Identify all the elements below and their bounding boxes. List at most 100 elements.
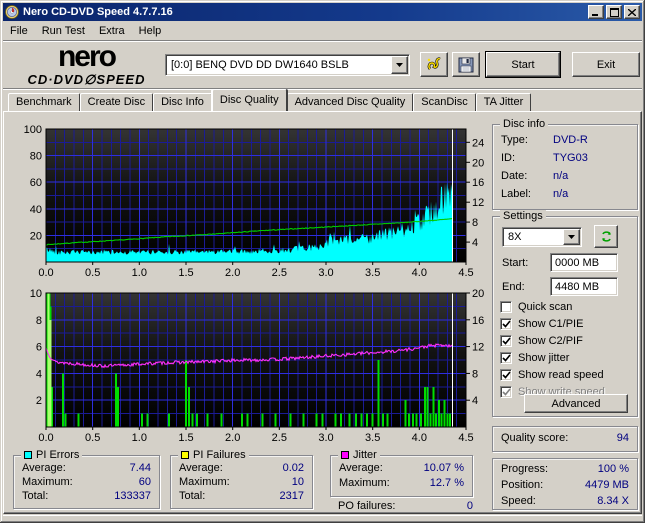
menu-file[interactable]: File bbox=[3, 23, 35, 39]
tools-button[interactable] bbox=[420, 52, 448, 77]
speed-row: Speed: 8.34 X bbox=[501, 495, 629, 507]
close-button[interactable] bbox=[624, 5, 640, 19]
end-position-field[interactable] bbox=[550, 277, 618, 296]
nero-logo: nero CD·DVD∅SPEED bbox=[14, 42, 159, 87]
start-position-field[interactable] bbox=[550, 253, 618, 272]
window-title: Nero CD-DVD Speed 4.7.7.16 bbox=[23, 6, 173, 18]
svg-text:4: 4 bbox=[36, 368, 42, 380]
pi-failures-chart-svg: 10 8 6 4 2 20 16 12 8 4 0.0 0.5 1.0 1.5 2.0 2.5 3.0 3.5 4.… bbox=[30, 288, 485, 444]
svg-text:1.0: 1.0 bbox=[132, 432, 147, 443]
stat-row: Total: 133337 bbox=[22, 490, 151, 502]
checkbox-box bbox=[500, 352, 512, 364]
svg-text:2: 2 bbox=[36, 395, 42, 407]
speed-select-value: 8X bbox=[508, 231, 522, 243]
stat-row: Maximum: 60 bbox=[22, 476, 151, 488]
svg-text:3.0: 3.0 bbox=[318, 267, 333, 279]
menu-run-test[interactable]: Run Test bbox=[35, 23, 92, 39]
menu-extra[interactable]: Extra bbox=[92, 23, 132, 39]
chevron-down-icon bbox=[396, 63, 403, 67]
svg-text:2.0: 2.0 bbox=[225, 432, 240, 443]
start-position-label: Start: bbox=[502, 257, 529, 269]
show-c2-pif-checkbox[interactable]: Show C2/PIF bbox=[500, 334, 583, 348]
tab-benchmark[interactable]: Benchmark bbox=[8, 93, 80, 111]
svg-text:60: 60 bbox=[30, 177, 42, 189]
tab-scandisc[interactable]: ScanDisc bbox=[413, 93, 476, 111]
refresh-speeds-button[interactable] bbox=[594, 225, 618, 248]
start-button[interactable]: Start bbox=[485, 51, 561, 78]
quality-score-row: Quality score: 94 bbox=[501, 432, 629, 444]
svg-text:1.0: 1.0 bbox=[132, 267, 147, 279]
tools-icon bbox=[427, 57, 441, 70]
svg-text:0.0: 0.0 bbox=[38, 432, 53, 443]
tab-create-disc[interactable]: Create Disc bbox=[79, 93, 154, 111]
progress-box: Progress: 100 % Position: 4479 MB Speed: 8.… bbox=[492, 458, 638, 510]
end-position-label: End: bbox=[502, 281, 525, 293]
pi-errors-swatch bbox=[24, 451, 32, 459]
header-divider bbox=[3, 88, 642, 90]
svg-text:16: 16 bbox=[472, 315, 484, 327]
quick-scan-checkbox[interactable]: Quick scan bbox=[500, 300, 572, 314]
disc-date-row: Date: n/a bbox=[501, 170, 569, 182]
stat-row: Average: 10.07 % bbox=[339, 462, 464, 474]
nero-app-icon bbox=[5, 5, 19, 19]
refresh-icon bbox=[601, 231, 611, 242]
pi-errors-stats-box: PI Errors Average: 7.44 Maximum: 60 Total:… bbox=[13, 449, 160, 509]
maximize-button[interactable] bbox=[606, 5, 622, 19]
pi-failures-swatch bbox=[181, 451, 189, 459]
stat-row: Average: 7.44 bbox=[22, 462, 151, 474]
disc-label-row: Label: n/a bbox=[501, 188, 569, 200]
show-c1-pie-checkbox[interactable]: Show C1/PIE bbox=[500, 317, 583, 331]
pi-failures-chart: 10 8 6 4 2 20 16 12 8 4 0.0 0.5 1.0 1.5 2.0 2.5 3.0 3.5 4.… bbox=[8, 288, 486, 444]
svg-text:0.5: 0.5 bbox=[85, 432, 100, 443]
svg-text:2.5: 2.5 bbox=[272, 267, 287, 279]
svg-text:100: 100 bbox=[24, 124, 42, 136]
svg-text:40: 40 bbox=[30, 204, 42, 216]
svg-text:1.5: 1.5 bbox=[178, 432, 193, 443]
disc-id-row: ID: TYG03 bbox=[501, 152, 588, 164]
stat-row: Maximum: 12.7 % bbox=[339, 477, 464, 489]
svg-text:8: 8 bbox=[36, 315, 42, 327]
title-bar[interactable]: Nero CD-DVD Speed 4.7.7.16 bbox=[3, 3, 642, 21]
speed-select[interactable]: 8X bbox=[502, 227, 582, 247]
advanced-button-label: Advanced bbox=[551, 397, 601, 410]
tab-disc-info[interactable]: Disc Info bbox=[153, 93, 212, 111]
checkbox-box bbox=[500, 386, 512, 398]
pi-errors-chart: 100 80 60 40 20 24 20 16 12 8 4 0.0 0.5 1.0 1.5 2.0 2.5 3… bbox=[8, 120, 486, 280]
svg-text:4.0: 4.0 bbox=[412, 432, 427, 443]
tab-ta-jitter[interactable]: TA Jitter bbox=[475, 93, 532, 111]
svg-text:16: 16 bbox=[472, 177, 484, 189]
settings-title: Settings bbox=[500, 210, 546, 222]
svg-text:4.0: 4.0 bbox=[412, 267, 427, 279]
menu-help[interactable]: Help bbox=[132, 23, 169, 39]
svg-text:3.5: 3.5 bbox=[365, 432, 380, 443]
checkbox-box bbox=[500, 369, 512, 381]
minimize-button[interactable] bbox=[588, 5, 604, 19]
drive-select-value: [0:0] BENQ DVD DD DW1640 BSLB bbox=[171, 59, 349, 71]
svg-text:0.5: 0.5 bbox=[85, 267, 100, 279]
svg-text:3.5: 3.5 bbox=[365, 267, 380, 279]
svg-text:8: 8 bbox=[472, 217, 478, 229]
tab-advanced-disc-quality[interactable]: Advanced Disc Quality bbox=[286, 93, 414, 111]
jitter-stats-box: Jitter Average: 10.07 % Maximum: 12.7 % bbox=[330, 449, 473, 497]
nero-logo-subtitle: CD·DVD∅SPEED bbox=[27, 72, 146, 87]
disc-type-row: Type: DVD-R bbox=[501, 134, 588, 146]
chevron-down-icon bbox=[568, 235, 575, 239]
pi-errors-stats-title: PI Errors bbox=[21, 449, 83, 461]
save-button[interactable] bbox=[452, 52, 480, 77]
svg-text:4: 4 bbox=[472, 395, 478, 407]
svg-text:4: 4 bbox=[472, 237, 478, 249]
tab-strip: Benchmark Create Disc Disc Info Disc Qua… bbox=[8, 89, 532, 111]
status-bar bbox=[3, 515, 642, 520]
drive-select-arrow[interactable] bbox=[391, 56, 408, 74]
disc-info-title: Disc info bbox=[500, 118, 549, 130]
advanced-button[interactable]: Advanced bbox=[524, 394, 628, 413]
tab-disc-quality[interactable]: Disc Quality bbox=[211, 89, 287, 111]
drive-select[interactable]: [0:0] BENQ DVD DD DW1640 BSLB bbox=[165, 54, 410, 76]
stat-row: Total: 2317 bbox=[179, 490, 304, 502]
svg-text:24: 24 bbox=[472, 137, 484, 149]
speed-select-arrow[interactable] bbox=[563, 229, 580, 245]
svg-text:3.0: 3.0 bbox=[318, 432, 333, 443]
show-read-speed-checkbox[interactable]: Show read speed bbox=[500, 368, 604, 382]
exit-button[interactable]: Exit bbox=[572, 52, 640, 77]
show-jitter-checkbox[interactable]: Show jitter bbox=[500, 351, 569, 365]
